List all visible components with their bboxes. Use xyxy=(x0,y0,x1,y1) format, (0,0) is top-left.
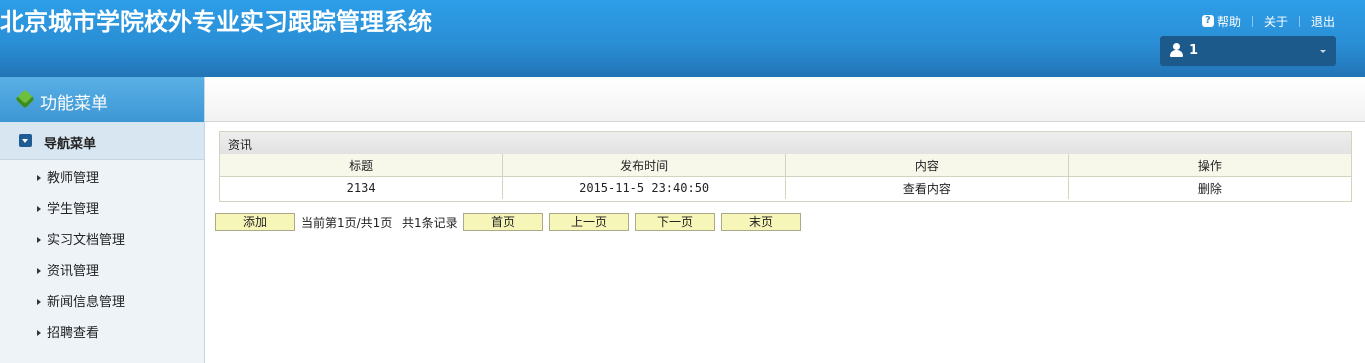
sidebar-item-internship-docs[interactable]: 实习文档管理 xyxy=(37,229,125,249)
help-link[interactable]: 帮助 xyxy=(1217,13,1241,30)
sidebar: 功能菜单 导航菜单 教师管理 学生管理 实习文档管理 资讯管理 新闻信息管理 招… xyxy=(0,77,205,363)
first-page-button[interactable]: 首页 xyxy=(463,213,543,231)
column-header: 标题 xyxy=(220,154,503,177)
function-menu-title: 功能菜单 xyxy=(40,94,108,114)
table-row: 2134 2015-11-5 23:40:50 查看内容 删除 xyxy=(220,176,1351,199)
sidebar-item-label: 新闻信息管理 xyxy=(47,295,126,310)
divider xyxy=(1251,15,1253,27)
sidebar-item-students[interactable]: 学生管理 xyxy=(37,198,99,218)
last-page-button[interactable]: 末页 xyxy=(721,213,801,231)
app-header: 北京城市学院校外专业实习跟踪管理系统 ? 帮助 关于 退出 1 xyxy=(0,0,1365,77)
sidebar-item-recruitment[interactable]: 招聘查看 xyxy=(37,322,99,342)
chevron-down-icon xyxy=(1320,50,1326,53)
news-panel: 资讯 标题 发布时间 内容 操作 2134 2015-11-5 23:40:50… xyxy=(219,131,1352,202)
delete-link[interactable]: 删除 xyxy=(1067,176,1351,199)
column-header: 内容 xyxy=(785,154,1069,177)
column-header: 操作 xyxy=(1067,154,1351,177)
title-cell: 2134 xyxy=(346,181,376,195)
add-button[interactable]: 添加 xyxy=(215,213,295,231)
record-count: 共1条记录 xyxy=(402,216,458,230)
function-menu-header: 功能菜单 xyxy=(0,77,204,122)
panel-title: 资讯 xyxy=(220,132,1351,155)
news-table: 标题 发布时间 内容 操作 2134 2015-11-5 23:40:50 查看… xyxy=(220,154,1351,199)
logout-link[interactable]: 退出 xyxy=(1311,13,1335,30)
about-link[interactable]: 关于 xyxy=(1264,13,1288,30)
help-icon[interactable]: ? xyxy=(1201,15,1214,27)
time-cell: 2015-11-5 23:40:50 xyxy=(502,176,786,199)
nav-menu-header[interactable]: 导航菜单 xyxy=(0,122,204,160)
main-toolbar xyxy=(205,77,1365,122)
sidebar-item-label: 教师管理 xyxy=(47,171,100,186)
caret-right-icon xyxy=(37,206,41,212)
column-header: 发布时间 xyxy=(502,154,786,177)
user-icon xyxy=(1170,43,1183,58)
view-content-link[interactable]: 查看内容 xyxy=(785,176,1069,199)
caret-right-icon xyxy=(37,330,41,336)
cube-icon xyxy=(15,89,35,109)
caret-right-icon xyxy=(37,299,41,305)
caret-right-icon xyxy=(37,268,41,274)
next-page-button[interactable]: 下一页 xyxy=(635,213,715,231)
user-dropdown[interactable]: 1 xyxy=(1160,36,1336,66)
sidebar-item-teachers[interactable]: 教师管理 xyxy=(37,167,99,187)
user-name: 1 xyxy=(1189,43,1199,58)
table-header-row: 标题 发布时间 内容 操作 xyxy=(220,154,1351,177)
sidebar-item-label: 实习文档管理 xyxy=(47,233,126,248)
sidebar-item-label: 招聘查看 xyxy=(47,326,100,341)
app-title: 北京城市学院校外专业实习跟踪管理系统 xyxy=(0,8,432,36)
prev-page-button[interactable]: 上一页 xyxy=(549,213,629,231)
sidebar-item-label: 资讯管理 xyxy=(47,264,100,279)
page-info: 当前第1页/共1页 xyxy=(301,216,393,230)
panel-title-text: 资讯 xyxy=(228,138,253,152)
collapse-icon[interactable] xyxy=(19,134,32,147)
caret-right-icon xyxy=(37,175,41,181)
sidebar-item-label: 学生管理 xyxy=(47,202,100,217)
top-links: ? 帮助 关于 退出 xyxy=(1201,13,1335,30)
caret-right-icon xyxy=(37,237,41,243)
nav-menu-title: 导航菜单 xyxy=(44,137,97,152)
divider xyxy=(1298,15,1300,27)
sidebar-item-news-info[interactable]: 资讯管理 xyxy=(37,260,99,280)
sidebar-item-news[interactable]: 新闻信息管理 xyxy=(37,291,125,311)
